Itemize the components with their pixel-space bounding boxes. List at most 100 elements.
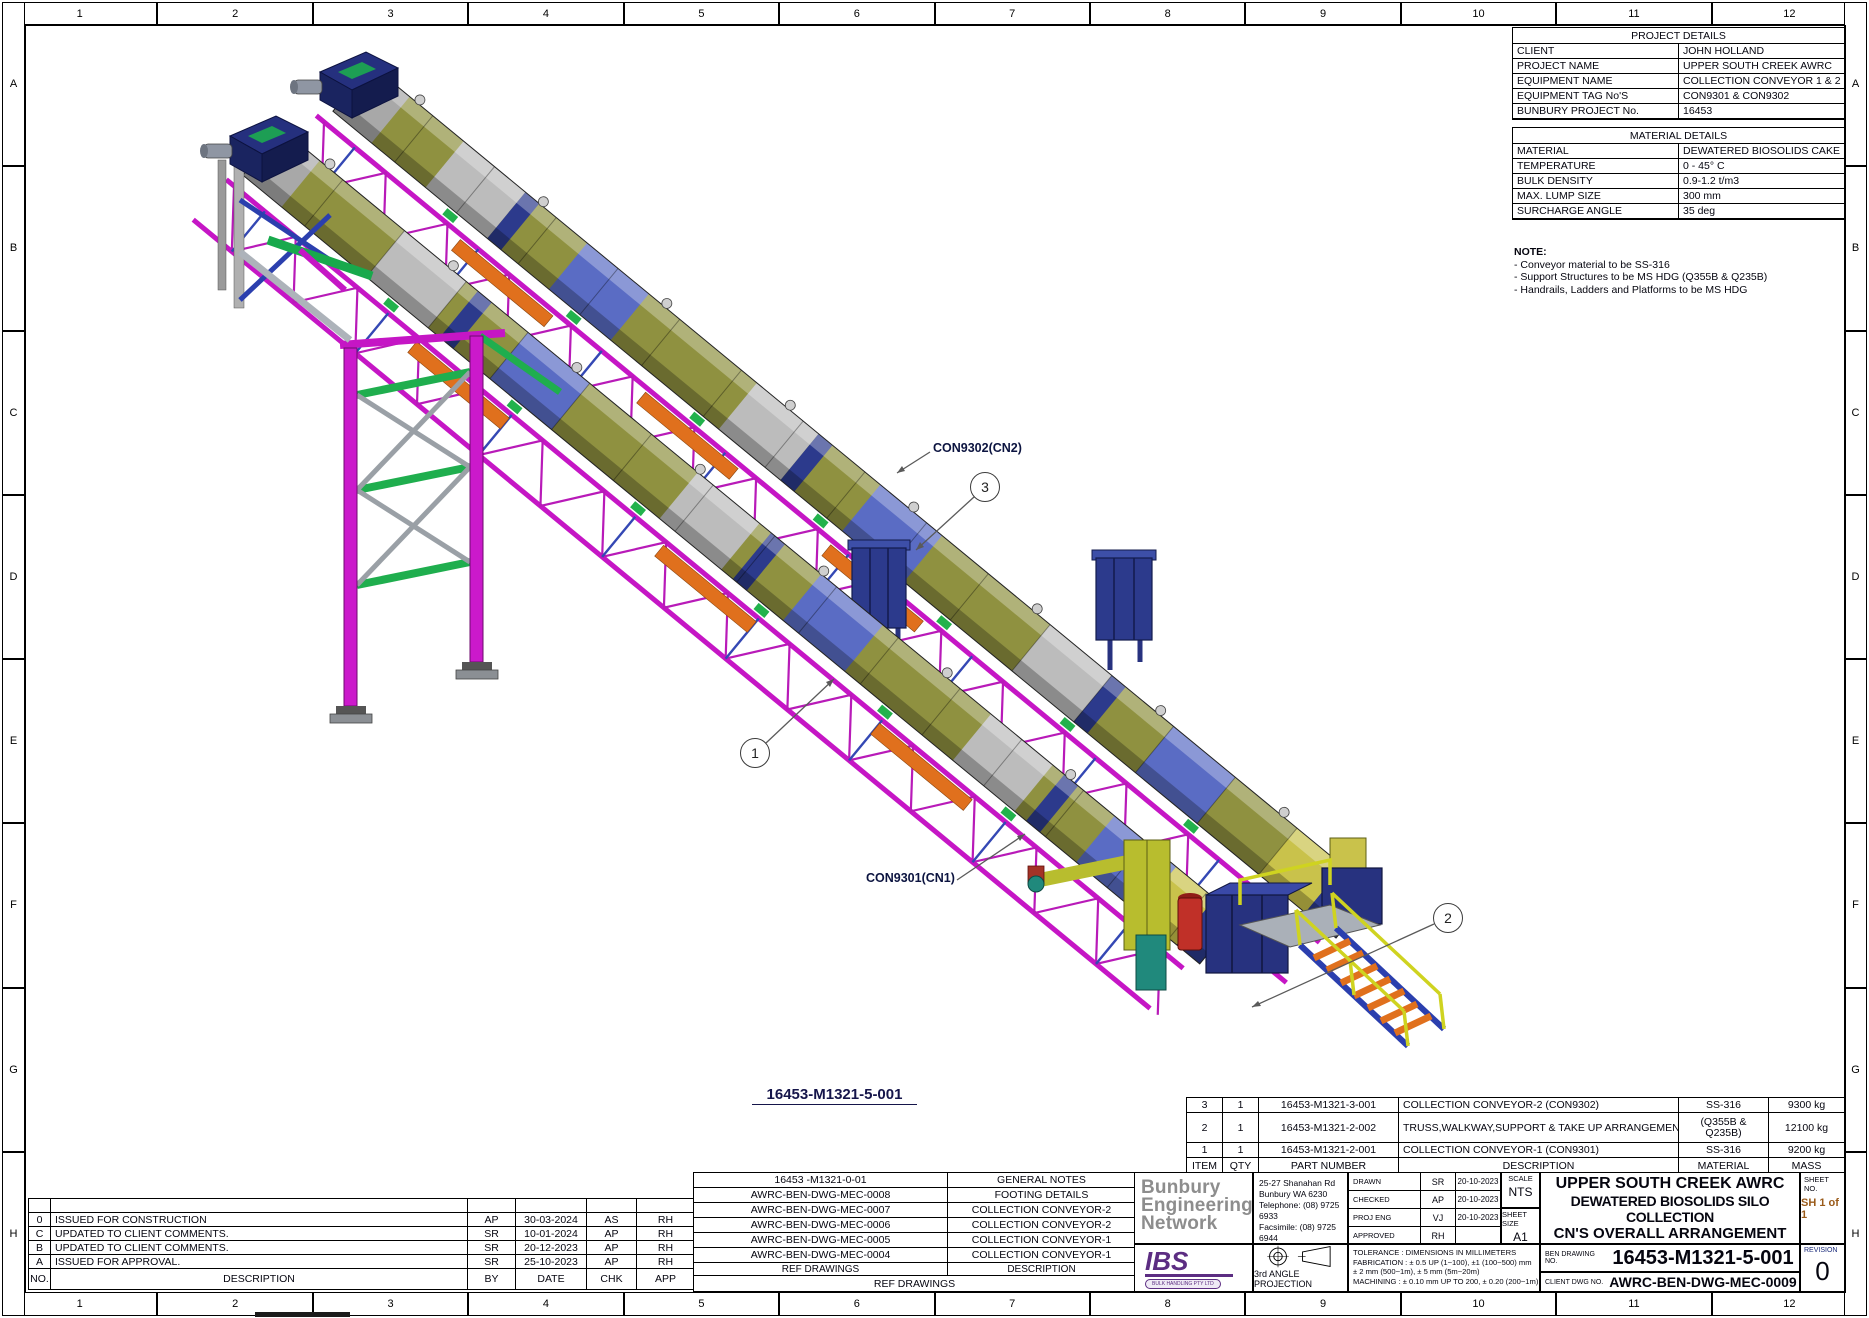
ibs-logo-subtitle: BULK HANDLING PTY LTD [1145, 1279, 1221, 1289]
detail-value: JOHN HOLLAND [1679, 44, 1844, 59]
item-balloon-2: 2 [1433, 903, 1463, 933]
revision-value: 0 [1815, 1256, 1829, 1287]
rev-no: C [29, 1227, 51, 1241]
project-details-row: BUNBURY PROJECT No. 16453 [1513, 104, 1844, 119]
rev-description: ISSUED FOR APPROVAL. [51, 1255, 468, 1269]
grid-row-label: E [1844, 659, 1867, 823]
detail-key: BUNBURY PROJECT No. [1513, 104, 1679, 119]
rev-date: 25-10-2023 [516, 1255, 587, 1269]
rev-chk: AS [587, 1213, 637, 1227]
signoff-date: 20-10-2023 [1456, 1173, 1500, 1191]
material-details-row: TEMPERATURE 0 - 45° C [1513, 159, 1844, 174]
material-details-row: MAX. LUMP SIZE 300 mm [1513, 189, 1844, 204]
rev-description: UPDATED TO CLIENT COMMENTS. [51, 1241, 468, 1255]
signoff-role: PROJ ENG [1349, 1209, 1421, 1227]
grid-row-label: G [2, 988, 25, 1152]
bom-item: 3 [1187, 1098, 1223, 1113]
note-line: - Conveyor material to be SS-316 [1514, 259, 1767, 272]
detail-key: MATERIAL [1513, 144, 1679, 159]
third-angle-projection-icon [1257, 1245, 1345, 1268]
rev-chk: AP [587, 1227, 637, 1241]
material-details-row: MATERIAL DEWATERED BIOSOLIDS CAKE [1513, 144, 1844, 159]
note-line: - Support Structures to be MS HDG (Q355B… [1514, 271, 1767, 284]
company-address-line: Bunbury WA 6230 [1259, 1189, 1347, 1200]
grid-col-label: 1 [2, 1292, 157, 1316]
bom-item: 1 [1187, 1143, 1223, 1158]
bom-row: 1 1 16453-M1321-2-001 COLLECTION CONVEYO… [1187, 1143, 1844, 1158]
sheet-size-value: A1 [1513, 1230, 1528, 1244]
grid-col-label: 3 [313, 2, 468, 25]
bom-mass: 9200 kg [1769, 1143, 1844, 1158]
ref-drawing-description: FOOTING DETAILS [948, 1188, 1135, 1203]
bom-table: 3 1 16453-M1321-3-001 COLLECTION CONVEYO… [1186, 1097, 1845, 1175]
material-details-row: BULK DENSITY 0.9-1.2 t/m3 [1513, 174, 1844, 189]
grid-col-label: 9 [1245, 2, 1400, 25]
company-address-line: Telephone: (08) 9725 6933 [1259, 1200, 1347, 1222]
grid-row-label: C [1844, 331, 1867, 495]
rev-by: SR [468, 1241, 516, 1255]
grid-row-label: A [1844, 2, 1867, 166]
notes-title: NOTE: [1514, 246, 1767, 259]
ref-drawing-row: AWRC-BEN-DWG-MEC-0008 FOOTING DETAILS [694, 1188, 1135, 1203]
signoff-row: PROJ ENG VJ 20-10-2023 [1349, 1209, 1500, 1227]
bom-mass: 9300 kg [1769, 1098, 1844, 1113]
view-drawing-number-label: 16453-M1321-5-001 [752, 1086, 917, 1105]
ref-drawing-number: AWRC-BEN-DWG-MEC-0008 [694, 1188, 948, 1203]
drawing-title-line2: DEWATERED BIOSOLIDS SILO COLLECTION [1541, 1193, 1799, 1225]
grid-row-label: G [1844, 988, 1867, 1152]
signoff-initials: SR [1421, 1173, 1456, 1191]
rev-no: 0 [29, 1213, 51, 1227]
bom-material: (Q355B & Q235B) [1679, 1113, 1769, 1143]
tolerance-line: ± 2 mm (500~1m), ± 5 mm (5m~20m) [1353, 1267, 1539, 1277]
detail-value: 0.9-1.2 t/m3 [1679, 174, 1844, 189]
detail-key: TEMPERATURE [1513, 159, 1679, 174]
signoff-initials: AP [1421, 1191, 1456, 1209]
rev-date: 30-03-2024 [516, 1213, 587, 1227]
grid-row-label: C [2, 331, 25, 495]
rev-header-date: DATE [516, 1269, 587, 1289]
projection-cell: 3rd ANGLE PROJECTION [1253, 1244, 1348, 1292]
project-details-row: EQUIPMENT NAME COLLECTION CONVEYOR 1 & 2 [1513, 74, 1844, 89]
grid-col-label: 10 [1401, 2, 1556, 25]
detail-key: EQUIPMENT NAME [1513, 74, 1679, 89]
tolerance-cell: TOLERANCE : DIMENSIONS IN MILLIMETERSFAB… [1348, 1244, 1540, 1292]
rev-chk: AP [587, 1255, 637, 1269]
bom-qty: 1 [1223, 1113, 1259, 1143]
bottom-edge-artifact [255, 1312, 350, 1317]
grid-col-label: 5 [624, 2, 779, 25]
sheet-size-label: SHEET SIZE [1502, 1210, 1539, 1228]
tail-end-and-stairs [1028, 838, 1444, 1046]
rev-app: RH [637, 1255, 694, 1269]
ben-drawing-number-label: BEN DRAWING NO. [1545, 1251, 1607, 1265]
rev-chk: AP [587, 1241, 637, 1255]
detail-key: BULK DENSITY [1513, 174, 1679, 189]
sheet-number-cell: SHEET NO. SH 1 of 1 [1800, 1172, 1845, 1244]
grid-row-label: A [2, 2, 25, 166]
tolerance-line: MACHINING : ± 0.10 mm UP TO 200, ± 0.20 … [1353, 1277, 1539, 1287]
company-address: 25-27 Shanahan RdBunbury WA 6230Telephon… [1253, 1172, 1348, 1244]
sheet-number-label: SHEET NO. [1804, 1175, 1844, 1193]
client-drawing-number-value: AWRC-BEN-DWG-MEC-0009 [1607, 1274, 1799, 1290]
conveyor-2-tag-label: CON9302(CN2) [933, 441, 1022, 455]
material-details-title: MATERIAL DETAILS [1513, 128, 1844, 144]
signoff-row: APPROVED RH [1349, 1227, 1500, 1244]
ibs-logo: IBS BULK HANDLING PTY LTD [1134, 1244, 1253, 1292]
detail-value: CON9301 & CON9302 [1679, 89, 1844, 104]
signoff-role: CHECKED [1349, 1191, 1421, 1209]
signoff-row: CHECKED AP 20-10-2023 [1349, 1191, 1500, 1209]
grid-col-label: 10 [1401, 1292, 1556, 1316]
bom-part-number: 16453-M1321-2-002 [1259, 1113, 1399, 1143]
grid-row-label: F [1844, 823, 1867, 987]
signoff-row: DRAWN SR 20-10-2023 [1349, 1173, 1500, 1191]
bom-material: SS-316 [1679, 1098, 1769, 1113]
item-balloon-3: 3 [970, 472, 1000, 502]
bom-part-number: 16453-M1321-2-001 [1259, 1143, 1399, 1158]
rev-header-app: APP [637, 1269, 694, 1289]
company-logo-line: Network [1141, 1215, 1248, 1233]
ref-drawing-number: AWRC-BEN-DWG-MEC-0007 [694, 1203, 948, 1218]
ref-drawing-description: COLLECTION CONVEYOR-2 [948, 1218, 1135, 1233]
grid-col-label: 5 [624, 1292, 779, 1316]
rev-app: RH [637, 1241, 694, 1255]
project-details-row: CLIENT JOHN HOLLAND [1513, 44, 1844, 59]
ben-drawing-number-value: 16453-M1321-5-001 [1607, 1247, 1799, 1270]
